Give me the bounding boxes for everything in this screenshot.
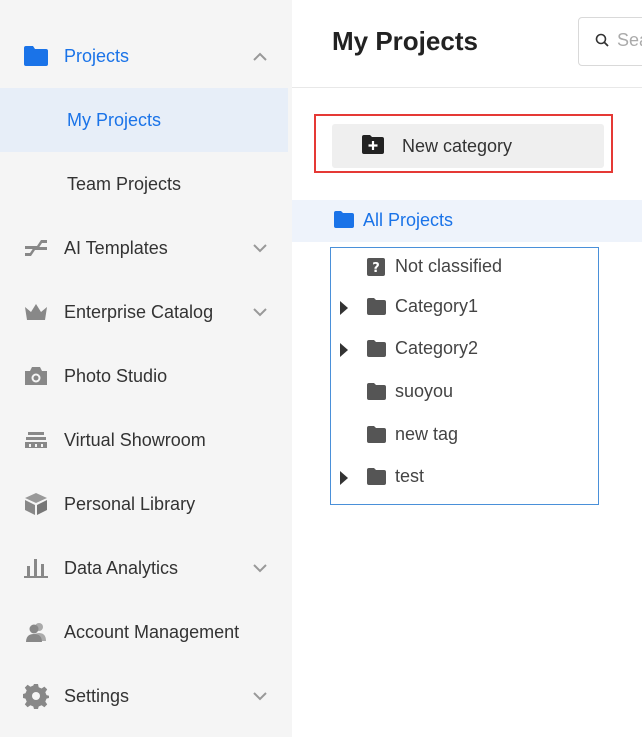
- sidebar-item-label: Data Analytics: [64, 557, 179, 578]
- svg-text:?: ?: [372, 261, 380, 276]
- folder-icon: [333, 210, 355, 234]
- sidebar-item-data-analytics[interactable]: Data Analytics: [0, 536, 288, 600]
- sidebar-item-label: Settings: [64, 685, 130, 706]
- tree-item-category2[interactable]: Category2: [331, 330, 598, 370]
- page-title: My Projects: [332, 26, 478, 56]
- new-category-button[interactable]: New category: [332, 124, 604, 168]
- sidebar-item-enterprise-catalog[interactable]: Enterprise Catalog: [0, 280, 288, 344]
- chevron-down-icon[interactable]: [250, 302, 270, 322]
- sidebar-item-account-management[interactable]: Account Management: [0, 600, 288, 664]
- new-category-label: New category: [402, 136, 513, 156]
- folder-icon: [366, 297, 388, 319]
- sidebar-item-label: Virtual Showroom: [64, 429, 206, 450]
- caret-right-icon[interactable]: [338, 300, 350, 316]
- tree-item-suoyou[interactable]: suoyou: [331, 373, 598, 413]
- search-box[interactable]: [578, 17, 642, 66]
- sidebar-item-settings[interactable]: Settings: [0, 664, 288, 728]
- sidebar-subitem-my-projects[interactable]: My Projects: [0, 88, 288, 152]
- folder-plus-icon: [361, 134, 385, 160]
- sidebar-item-projects[interactable]: Projects: [0, 24, 288, 88]
- folder-icon: [366, 339, 388, 361]
- tree-item-test[interactable]: test: [331, 458, 598, 498]
- folder-icon: [22, 42, 50, 70]
- chevron-down-icon[interactable]: [250, 558, 270, 578]
- caret-right-icon[interactable]: [338, 342, 350, 358]
- sidebar-item-personal-library[interactable]: Personal Library: [0, 472, 288, 536]
- showroom-icon: [22, 426, 50, 454]
- chevron-down-icon[interactable]: [250, 238, 270, 258]
- tree-item-label: suoyou: [395, 381, 454, 401]
- question-icon: ?: [366, 257, 388, 279]
- tree-item-label: Category1: [395, 296, 479, 316]
- category-tree: ? Not classified Category1 Category2 suo…: [330, 247, 599, 505]
- tree-root-label: All Projects: [363, 210, 454, 230]
- tree-item-category1[interactable]: Category1: [331, 288, 598, 328]
- sidebar-subitem-label: Team Projects: [67, 173, 182, 194]
- sidebar-subitem-team-projects[interactable]: Team Projects: [0, 152, 288, 216]
- folder-icon: [366, 425, 388, 447]
- camera-icon: [22, 362, 50, 390]
- cube-icon: [22, 490, 50, 518]
- sidebar: Projects My Projects Team Projects AI Te…: [0, 0, 292, 737]
- folder-icon: [366, 382, 388, 404]
- sidebar-item-label: Photo Studio: [64, 365, 168, 386]
- folder-icon: [366, 467, 388, 489]
- tree-item-label: new tag: [395, 424, 459, 444]
- sidebar-item-label: Personal Library: [64, 493, 196, 514]
- sidebar-item-virtual-showroom[interactable]: Virtual Showroom: [0, 408, 288, 472]
- gear-icon: [22, 682, 50, 710]
- crown-icon: [22, 298, 50, 326]
- users-icon: [22, 618, 50, 646]
- header-divider: [292, 87, 642, 88]
- tree-item-label: Not classified: [395, 256, 503, 276]
- sidebar-subitem-label: My Projects: [67, 109, 162, 130]
- tree-item-label: test: [395, 466, 425, 486]
- tree-item-new-tag[interactable]: new tag: [331, 416, 598, 456]
- sidebar-item-label: Projects: [64, 45, 130, 66]
- sidebar-item-label: Enterprise Catalog: [64, 301, 214, 322]
- bar-chart-icon: [22, 554, 50, 582]
- caret-right-icon[interactable]: [338, 470, 350, 486]
- sidebar-item-ai-templates[interactable]: AI Templates: [0, 216, 288, 280]
- search-icon: [595, 33, 609, 52]
- ai-templates-icon: [22, 234, 50, 262]
- search-input[interactable]: [617, 30, 642, 51]
- chevron-down-icon[interactable]: [250, 686, 270, 706]
- chevron-up-icon[interactable]: [250, 46, 270, 66]
- sidebar-item-label: AI Templates: [64, 237, 168, 258]
- tree-item-label: Category2: [395, 338, 479, 358]
- tree-item-not-classified[interactable]: ? Not classified: [331, 248, 598, 288]
- sidebar-item-label: Account Management: [64, 621, 240, 642]
- tree-root-all-projects[interactable]: All Projects: [292, 200, 642, 242]
- sidebar-item-photo-studio[interactable]: Photo Studio: [0, 344, 288, 408]
